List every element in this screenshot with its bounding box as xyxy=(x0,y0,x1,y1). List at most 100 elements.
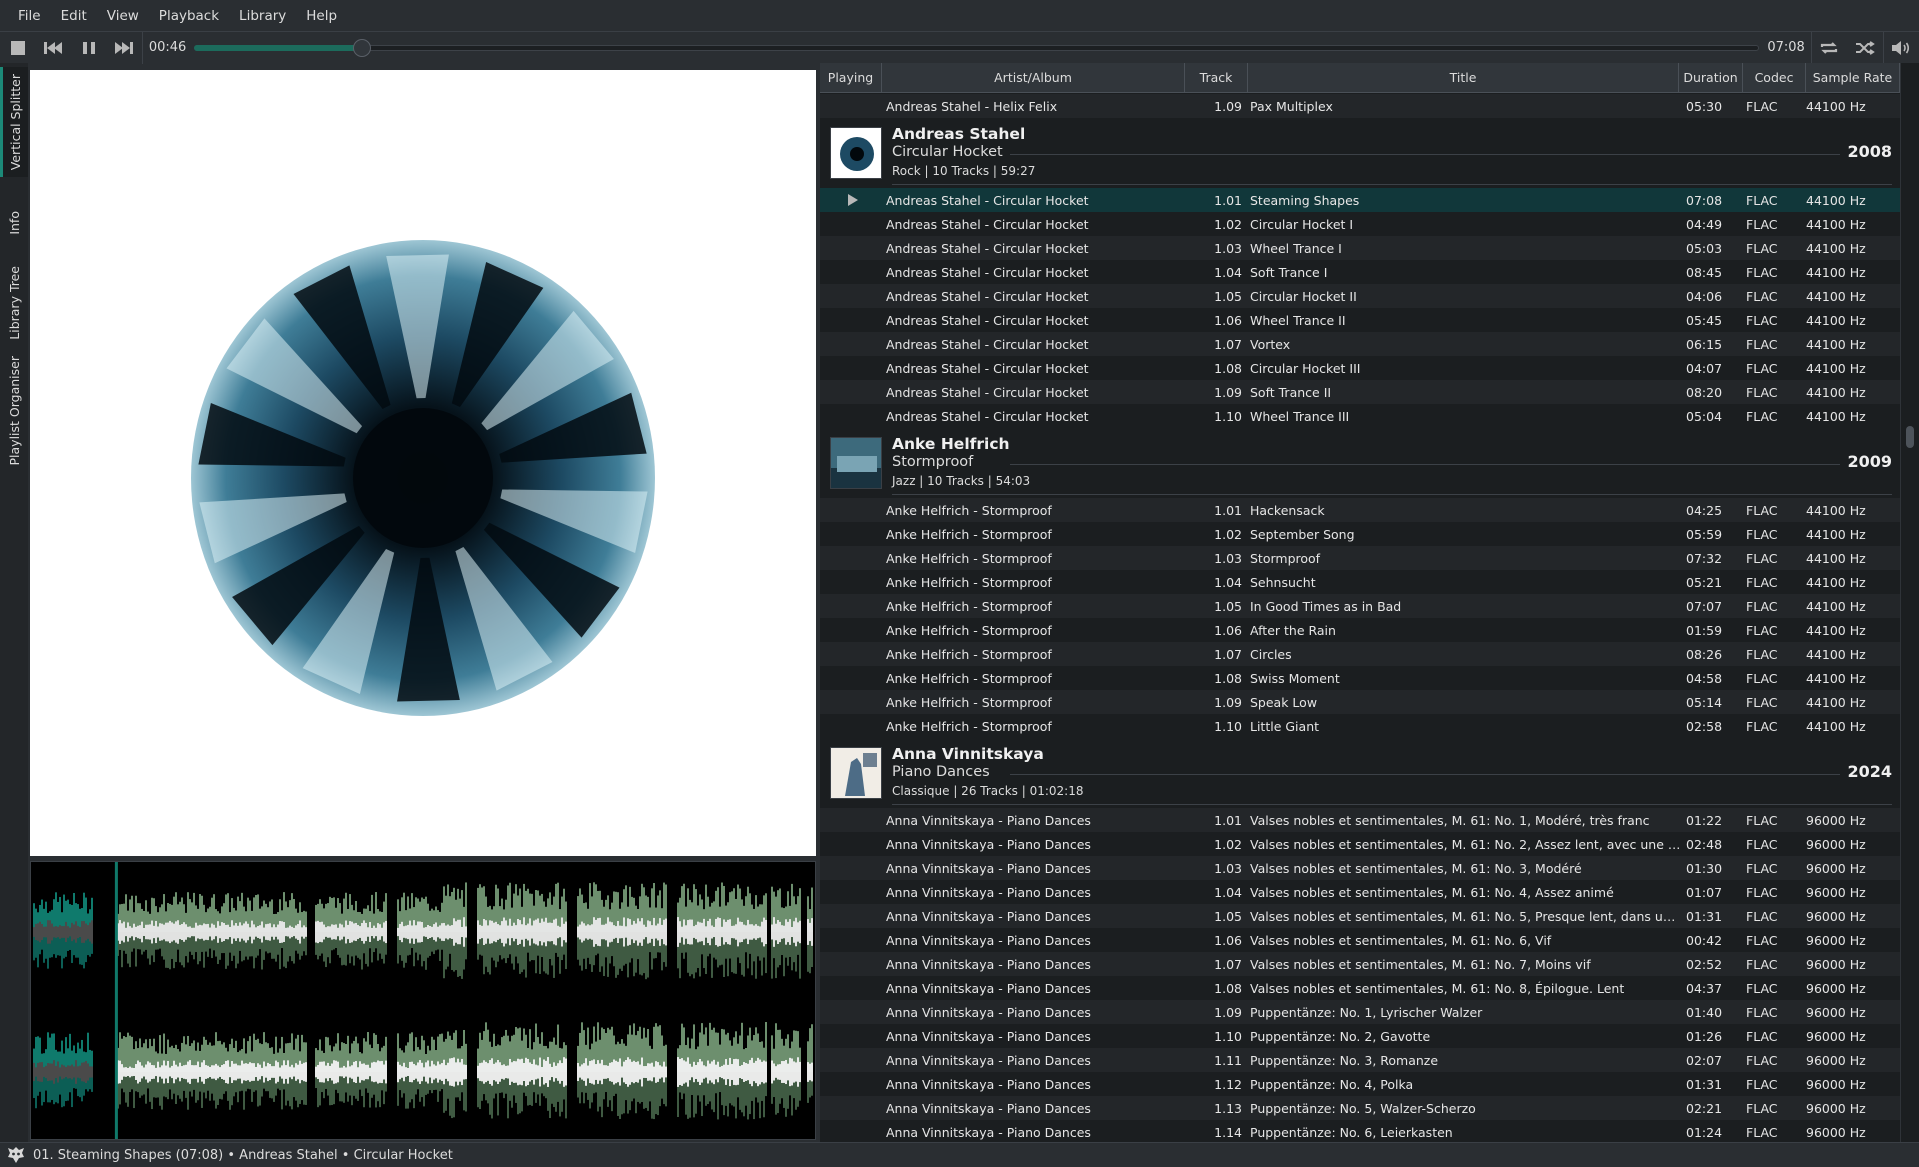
cell-duration: 02:48 xyxy=(1686,836,1723,852)
wave-core xyxy=(513,1061,515,1083)
wave-core xyxy=(745,1063,747,1081)
tab-info[interactable]: Info xyxy=(0,188,28,258)
column-header-playing[interactable]: Playing xyxy=(820,63,882,92)
cell-title: Puppentänze: No. 5, Walzer-Scherzo xyxy=(1250,1100,1476,1116)
album-group-header[interactable]: Andreas Stahel Circular Hocket Rock | 10… xyxy=(820,118,1900,188)
previous-button[interactable] xyxy=(35,32,70,64)
wave-core xyxy=(79,926,81,938)
wave-core xyxy=(379,1061,381,1083)
wave-core xyxy=(737,917,739,947)
playlist-row[interactable]: Andreas Stahel - Circular Hocket 1.01 Stea… xyxy=(820,188,1900,212)
playlist-row[interactable]: Anke Helfrich - Stormproof 1.08 Swiss Mome… xyxy=(820,666,1900,690)
playlist-row[interactable]: Anke Helfrich - Stormproof 1.01 Hackensack… xyxy=(820,498,1900,522)
cell-artist-album: Anke Helfrich - Stormproof xyxy=(886,550,1052,566)
wave-core xyxy=(87,925,89,939)
column-header-title[interactable]: Title xyxy=(1248,63,1679,92)
menu-file[interactable]: File xyxy=(8,8,51,24)
cell-artist-album: Anke Helfrich - Stormproof xyxy=(886,718,1052,734)
playlist-row[interactable]: Andreas Stahel - Circular Hocket 1.05 Circ… xyxy=(820,284,1900,308)
playlist-row[interactable]: Andreas Stahel - Circular Hocket 1.04 Soft… xyxy=(820,260,1900,284)
menu-library[interactable]: Library xyxy=(229,8,296,24)
playlist-row[interactable]: Anke Helfrich - Stormproof 1.10 Little Gia… xyxy=(820,714,1900,738)
playlist-row[interactable]: Anke Helfrich - Stormproof 1.05 In Good Ti… xyxy=(820,594,1900,618)
tab-vertical-splitter[interactable]: Vertical Splitter xyxy=(0,67,28,177)
playlist-row[interactable]: Anke Helfrich - Stormproof 1.03 Stormproof… xyxy=(820,546,1900,570)
playlist-scrollbar[interactable] xyxy=(1900,63,1919,1142)
playlist-row[interactable]: Anna Vinnitskaya - Piano Dances 1.12 Puppe… xyxy=(820,1072,1900,1096)
playlist-row[interactable]: Anke Helfrich - Stormproof 1.07 Circles 08:… xyxy=(820,642,1900,666)
wave-core xyxy=(283,1060,285,1084)
playlist-row[interactable]: Anna Vinnitskaya - Piano Dances 1.04 Valse… xyxy=(820,880,1900,904)
wave-core xyxy=(693,1061,695,1083)
scrollbar-thumb[interactable] xyxy=(1906,426,1914,448)
cell-title: Soft Trance I xyxy=(1250,264,1328,280)
playlist-row[interactable]: Andreas Stahel - Circular Hocket 1.10 Whee… xyxy=(820,404,1900,428)
volume-button[interactable] xyxy=(1884,32,1919,64)
cell-codec: FLAC xyxy=(1746,574,1778,590)
wave-bar xyxy=(55,892,57,932)
playlist-row[interactable]: Anna Vinnitskaya - Piano Dances 1.14 Puppe… xyxy=(820,1120,1900,1142)
playlist-row[interactable]: Andreas Stahel - Circular Hocket 1.06 Whee… xyxy=(820,308,1900,332)
wave-core xyxy=(751,924,753,940)
column-header-codec[interactable]: Codec xyxy=(1743,63,1806,92)
cell-codec: FLAC xyxy=(1746,550,1778,566)
shuffle-button[interactable] xyxy=(1847,32,1882,64)
menu-view[interactable]: View xyxy=(97,8,149,24)
wave-core xyxy=(509,1058,511,1086)
album-group-header[interactable]: Anke Helfrich Stormproof Jazz | 10 Track… xyxy=(820,428,1900,498)
playlist-row[interactable]: Andreas Stahel - Circular Hocket 1.02 Circ… xyxy=(820,212,1900,236)
wave-core xyxy=(621,925,623,939)
playlist-row[interactable]: Anna Vinnitskaya - Piano Dances 1.05 Valse… xyxy=(820,904,1900,928)
playlist-row[interactable]: Anna Vinnitskaya - Piano Dances 1.01 Valse… xyxy=(820,808,1900,832)
menu-playback[interactable]: Playback xyxy=(149,8,229,24)
playlist-row[interactable]: Anna Vinnitskaya - Piano Dances 1.11 Puppe… xyxy=(820,1048,1900,1072)
wave-core xyxy=(429,925,431,939)
column-header-sample-rate[interactable]: Sample Rate xyxy=(1806,63,1900,92)
playlist-row[interactable]: Andreas Stahel - Circular Hocket 1.08 Circ… xyxy=(820,356,1900,380)
wave-core xyxy=(179,924,181,940)
playlist-row[interactable]: Andreas Stahel - Circular Hocket 1.09 Soft… xyxy=(820,380,1900,404)
wave-core xyxy=(661,924,663,940)
playlist-row[interactable]: Anna Vinnitskaya - Piano Dances 1.08 Valse… xyxy=(820,976,1900,1000)
wave-core xyxy=(761,1061,763,1083)
playlist-row[interactable]: Anna Vinnitskaya - Piano Dances 1.07 Valse… xyxy=(820,952,1900,976)
seek-handle[interactable] xyxy=(352,38,371,57)
playlist-row[interactable]: Anna Vinnitskaya - Piano Dances 1.06 Valse… xyxy=(820,928,1900,952)
stop-button[interactable] xyxy=(0,32,35,64)
album-group-header[interactable]: Anna Vinnitskaya Piano Dances Classique … xyxy=(820,738,1900,808)
cell-codec: FLAC xyxy=(1746,1052,1778,1068)
playlist-row[interactable]: Andreas Stahel - Circular Hocket 1.07 Vort… xyxy=(820,332,1900,356)
column-header-duration[interactable]: Duration xyxy=(1679,63,1743,92)
column-header-artist-album[interactable]: Artist/Album xyxy=(882,63,1185,92)
playlist-row[interactable]: Anke Helfrich - Stormproof 1.02 September … xyxy=(820,522,1900,546)
next-button[interactable] xyxy=(106,32,141,64)
wave-core xyxy=(85,1060,87,1084)
playlist-row[interactable]: Andreas Stahel - Helix Felix 1.09 Pax Mult… xyxy=(820,94,1900,118)
menu-edit[interactable]: Edit xyxy=(51,8,97,24)
repeat-button[interactable] xyxy=(1812,32,1847,64)
wave-core xyxy=(277,924,279,940)
column-header-track[interactable]: Track xyxy=(1185,63,1248,92)
wave-core xyxy=(77,1066,79,1078)
playlist-row[interactable]: Anke Helfrich - Stormproof 1.04 Sehnsucht 0… xyxy=(820,570,1900,594)
pause-button[interactable] xyxy=(71,32,106,64)
playlist-row[interactable]: Anna Vinnitskaya - Piano Dances 1.03 Valse… xyxy=(820,856,1900,880)
seek-slider[interactable] xyxy=(194,32,1760,64)
wave-core xyxy=(371,927,373,937)
playlist-row[interactable]: Anke Helfrich - Stormproof 1.06 After the … xyxy=(820,618,1900,642)
playlist-row[interactable]: Anna Vinnitskaya - Piano Dances 1.13 Puppe… xyxy=(820,1096,1900,1120)
tab-library-tree[interactable]: Library Tree xyxy=(0,258,28,348)
wave-core xyxy=(715,918,717,946)
wave-core xyxy=(765,1061,767,1083)
playlist-row[interactable]: Andreas Stahel - Circular Hocket 1.03 Whee… xyxy=(820,236,1900,260)
wave-core xyxy=(375,927,377,937)
playlist-row[interactable]: Anke Helfrich - Stormproof 1.09 Speak Low 0… xyxy=(820,690,1900,714)
tab-playlist-organiser[interactable]: Playlist Organiser xyxy=(0,348,28,473)
playlist-row[interactable]: Anna Vinnitskaya - Piano Dances 1.09 Puppe… xyxy=(820,1000,1900,1024)
playlist-row[interactable]: Anna Vinnitskaya - Piano Dances 1.02 Valse… xyxy=(820,832,1900,856)
cell-title: Swiss Moment xyxy=(1250,670,1340,686)
menu-help[interactable]: Help xyxy=(296,8,347,24)
wave-core xyxy=(465,926,467,938)
waveform-seekbar[interactable] xyxy=(30,861,816,1140)
playlist-row[interactable]: Anna Vinnitskaya - Piano Dances 1.10 Puppe… xyxy=(820,1024,1900,1048)
